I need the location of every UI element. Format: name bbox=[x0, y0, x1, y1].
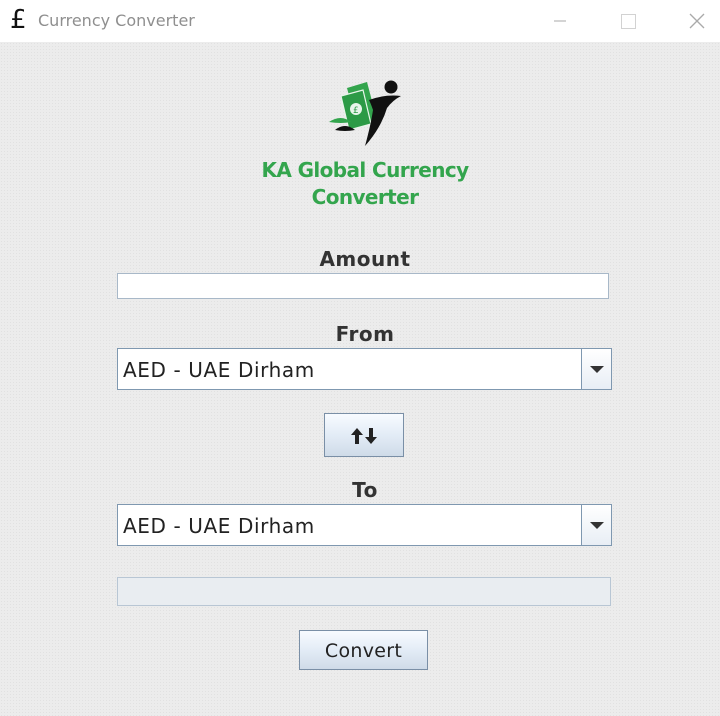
to-label: To bbox=[352, 478, 378, 502]
amount-label: Amount bbox=[319, 247, 411, 271]
svg-text:£: £ bbox=[353, 106, 359, 116]
title-bar: £ Currency Converter bbox=[0, 0, 720, 42]
close-icon bbox=[689, 13, 705, 29]
amount-input[interactable] bbox=[117, 273, 609, 299]
window-title: Currency Converter bbox=[38, 11, 195, 30]
from-currency-value: AED - UAE Dirham bbox=[123, 358, 315, 382]
minimize-icon bbox=[554, 20, 566, 22]
from-label: From bbox=[335, 322, 395, 346]
main-panel: £ KA Global Currency Converter Amount Fr… bbox=[0, 42, 720, 716]
minimize-button[interactable] bbox=[545, 8, 575, 34]
chevron-down-icon bbox=[590, 522, 604, 529]
to-currency-select[interactable]: AED - UAE Dirham bbox=[117, 504, 612, 546]
brand-name-line1: KA Global Currency bbox=[261, 158, 469, 182]
to-dropdown-button[interactable] bbox=[581, 505, 611, 545]
brand-name-line2: Converter bbox=[311, 185, 419, 209]
from-currency-select[interactable]: AED - UAE Dirham bbox=[117, 348, 612, 390]
from-dropdown-button[interactable] bbox=[581, 349, 611, 389]
pound-sign-app-icon: £ bbox=[10, 5, 27, 35]
to-currency-value: AED - UAE Dirham bbox=[123, 514, 315, 538]
maximize-icon bbox=[620, 13, 636, 29]
maximize-button[interactable] bbox=[613, 8, 643, 34]
close-button[interactable] bbox=[682, 8, 712, 34]
swap-currencies-button[interactable] bbox=[324, 413, 404, 457]
convert-button[interactable]: Convert bbox=[299, 630, 428, 670]
chevron-down-icon bbox=[590, 366, 604, 373]
result-output-field bbox=[117, 577, 611, 606]
swap-vertical-arrows-icon bbox=[351, 428, 377, 444]
brand-logo-icon: £ bbox=[329, 80, 401, 146]
